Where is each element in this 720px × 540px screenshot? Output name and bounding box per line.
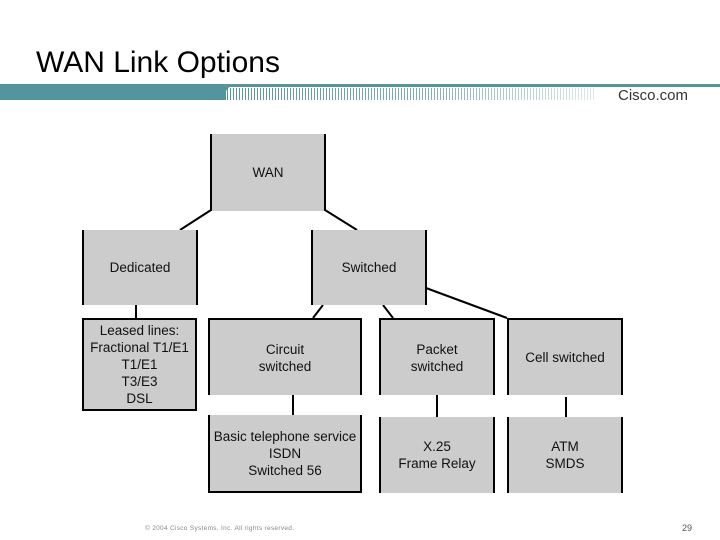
node-cell-examples: ATM SMDS xyxy=(507,417,623,493)
edge-switched-circuit xyxy=(312,304,324,319)
node-packet-switched: Packet switched xyxy=(379,318,495,395)
node-wan: WAN xyxy=(210,134,326,211)
node-label: Switched xyxy=(341,260,397,275)
edge-switched-packet xyxy=(382,304,394,319)
edge-switched-cell xyxy=(425,287,508,319)
node-label: Circuit switched xyxy=(258,341,312,374)
node-label: Cell switched xyxy=(525,350,605,365)
node-label: WAN xyxy=(252,165,284,180)
node-dedicated: Dedicated xyxy=(82,230,198,305)
copyright-footer: © 2004 Cisco Systems, Inc. All rights re… xyxy=(145,525,295,532)
node-label: Dedicated xyxy=(109,260,171,275)
node-label: Packet switched xyxy=(410,341,464,374)
node-label: X.25 Frame Relay xyxy=(398,439,476,471)
node-packet-examples: X.25 Frame Relay xyxy=(379,417,495,493)
node-cell-switched: Cell switched xyxy=(507,318,623,395)
edge-wan-dedicated xyxy=(179,209,212,231)
edge-wan-switched xyxy=(324,209,358,231)
page-number: 29 xyxy=(682,523,693,533)
node-label: ATM SMDS xyxy=(545,439,585,471)
node-switched: Switched xyxy=(311,230,427,305)
node-circuit-switched: Circuit switched xyxy=(208,318,362,395)
node-label: Basic telephone service ISDN Switched 56 xyxy=(213,428,357,478)
node-circuit-examples: Basic telephone service ISDN Switched 56 xyxy=(208,415,362,493)
node-label: Leased lines: Fractional T1/E1 T1/E1 T3/… xyxy=(90,323,189,406)
node-leased-lines: Leased lines: Fractional T1/E1 T1/E1 T3/… xyxy=(82,318,197,411)
